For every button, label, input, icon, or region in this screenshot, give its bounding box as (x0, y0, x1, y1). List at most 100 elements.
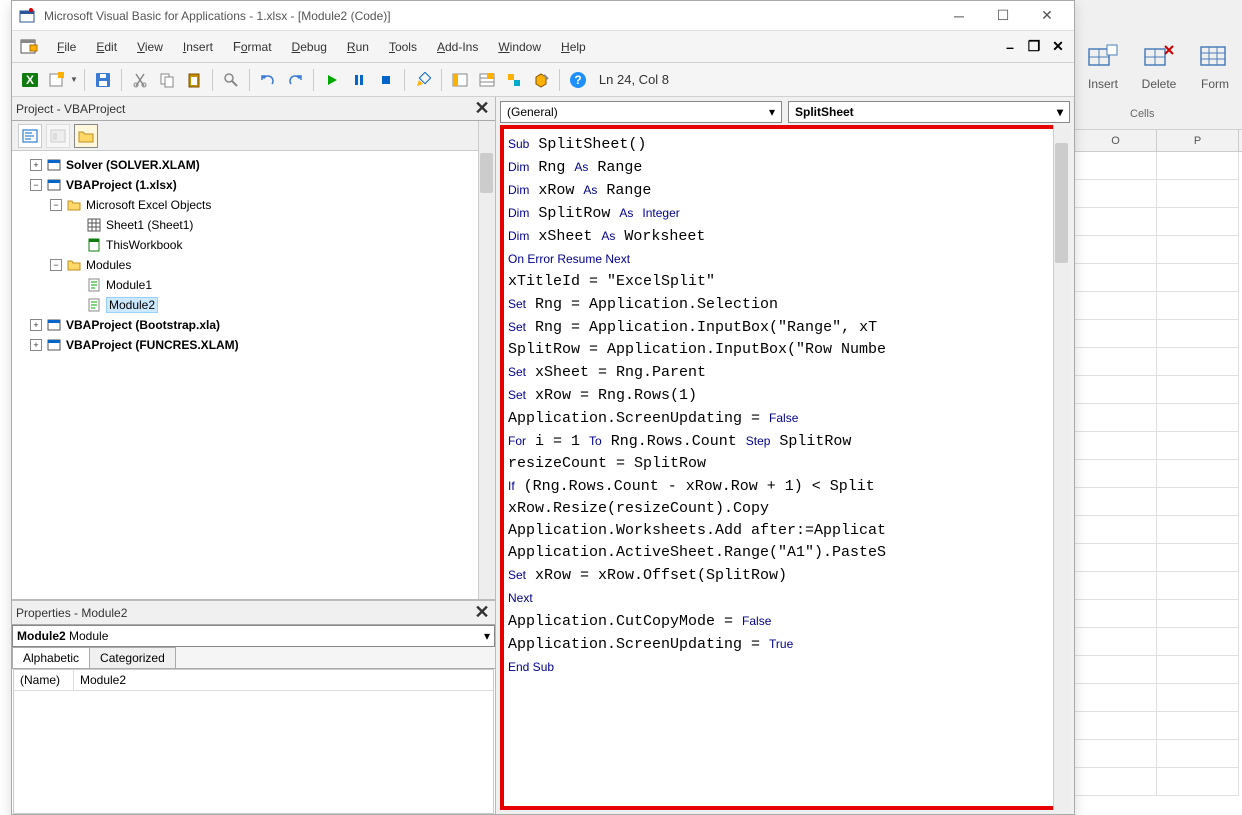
cell[interactable] (1157, 572, 1239, 600)
tab-categorized[interactable]: Categorized (89, 647, 176, 668)
cell[interactable] (1157, 516, 1239, 544)
cell[interactable] (1157, 628, 1239, 656)
expander-icon[interactable]: − (30, 179, 42, 191)
menu-edit[interactable]: Edit (87, 35, 126, 58)
cell[interactable] (1157, 488, 1239, 516)
cell[interactable] (1157, 460, 1239, 488)
break-button[interactable] (347, 68, 371, 92)
cell[interactable] (1075, 656, 1157, 684)
view-object-button[interactable] (46, 124, 70, 148)
code-scrollbar[interactable] (1053, 125, 1070, 810)
menu-debug[interactable]: Debug (283, 35, 336, 58)
view-excel-button[interactable]: X (18, 68, 42, 92)
cell[interactable] (1075, 404, 1157, 432)
col-header-P[interactable]: P (1157, 130, 1239, 151)
cell[interactable] (1157, 656, 1239, 684)
cell[interactable] (1157, 712, 1239, 740)
menu-tools[interactable]: Tools (380, 35, 426, 58)
cell[interactable] (1075, 684, 1157, 712)
cell[interactable] (1157, 684, 1239, 712)
properties-grid[interactable]: (Name) Module2 (13, 669, 494, 814)
cell[interactable] (1075, 236, 1157, 264)
excel-grid[interactable]: O P (1075, 130, 1242, 815)
tree-node-funcres[interactable]: +VBAProject (FUNCRES.XLAM) (30, 336, 493, 354)
cell[interactable] (1075, 628, 1157, 656)
title-bar[interactable]: Microsoft Visual Basic for Applications … (12, 1, 1074, 31)
object-dropdown[interactable]: (General)▾ (500, 101, 782, 123)
cell[interactable] (1075, 348, 1157, 376)
reset-button[interactable] (374, 68, 398, 92)
menu-insert[interactable]: Insert (174, 35, 222, 58)
mdi-minimize-button[interactable]: – (1000, 38, 1020, 56)
cell[interactable] (1157, 180, 1239, 208)
save-button[interactable] (91, 68, 115, 92)
menu-format[interactable]: Format (224, 35, 281, 58)
menu-window[interactable]: Window (489, 35, 550, 58)
property-name-value[interactable]: Module2 (74, 670, 493, 690)
cell[interactable] (1157, 432, 1239, 460)
cell[interactable] (1157, 152, 1239, 180)
ribbon-format-group[interactable]: Form (1197, 39, 1233, 91)
cell[interactable] (1075, 600, 1157, 628)
cell[interactable] (1157, 348, 1239, 376)
expander-icon[interactable]: + (30, 339, 42, 351)
menu-help[interactable]: Help (552, 35, 595, 58)
tree-node-module2[interactable]: Module2 (70, 296, 493, 314)
cell[interactable] (1075, 320, 1157, 348)
close-button[interactable]: ✕ (1026, 2, 1068, 30)
tree-node-thisworkbook[interactable]: ThisWorkbook (70, 236, 493, 254)
cell[interactable] (1157, 768, 1239, 796)
cell[interactable] (1075, 460, 1157, 488)
expander-icon[interactable]: − (50, 199, 62, 211)
cell[interactable] (1075, 292, 1157, 320)
cell[interactable] (1075, 516, 1157, 544)
cut-button[interactable] (128, 68, 152, 92)
menu-view[interactable]: View (128, 35, 172, 58)
cell[interactable] (1075, 376, 1157, 404)
cell[interactable] (1157, 376, 1239, 404)
cell[interactable] (1075, 180, 1157, 208)
tab-alphabetic[interactable]: Alphabetic (12, 647, 90, 668)
cell[interactable] (1157, 264, 1239, 292)
tree-scrollbar[interactable] (478, 151, 495, 599)
ribbon-insert-group[interactable]: Insert (1085, 39, 1121, 91)
cell[interactable] (1157, 292, 1239, 320)
cell[interactable] (1075, 152, 1157, 180)
cell[interactable] (1157, 740, 1239, 768)
paste-button[interactable] (182, 68, 206, 92)
project-tree[interactable]: +Solver (SOLVER.XLAM) −VBAProject (1.xls… (12, 151, 495, 599)
toolbox-button[interactable] (529, 68, 553, 92)
tree-node-excel-objects[interactable]: −Microsoft Excel Objects (50, 196, 493, 214)
procedure-dropdown[interactable]: SplitSheet▾ (788, 101, 1070, 123)
cell[interactable] (1157, 320, 1239, 348)
col-header-O[interactable]: O (1075, 130, 1157, 151)
copy-button[interactable] (155, 68, 179, 92)
undo-button[interactable] (256, 68, 280, 92)
cell[interactable] (1075, 768, 1157, 796)
tree-node-sheet1[interactable]: Sheet1 (Sheet1) (70, 216, 493, 234)
menu-addins[interactable]: Add-Ins (428, 35, 487, 58)
expander-icon[interactable]: + (30, 319, 42, 331)
cell[interactable] (1075, 740, 1157, 768)
expander-icon[interactable]: − (50, 259, 62, 271)
properties-object-combo[interactable]: Module2 Module ▾ (12, 625, 495, 647)
minimize-button[interactable]: ─ (938, 2, 980, 30)
mdi-close-button[interactable]: ✕ (1048, 38, 1068, 56)
tree-node-bootstrap[interactable]: +VBAProject (Bootstrap.xla) (30, 316, 493, 334)
design-mode-button[interactable] (411, 68, 435, 92)
cell[interactable] (1157, 600, 1239, 628)
maximize-button[interactable]: ☐ (982, 2, 1024, 30)
menu-run[interactable]: Run (338, 35, 378, 58)
cell[interactable] (1157, 404, 1239, 432)
code-editor[interactable]: Sub SplitSheet() Dim Rng As Range Dim xR… (508, 133, 1062, 802)
project-explorer-button[interactable] (448, 68, 472, 92)
insert-item-button[interactable] (45, 68, 69, 92)
cell[interactable] (1075, 544, 1157, 572)
tree-node-modules[interactable]: −Modules (50, 256, 493, 274)
tree-node-vbaproject[interactable]: −VBAProject (1.xlsx) (30, 176, 493, 194)
view-code-button[interactable] (18, 124, 42, 148)
properties-window-button[interactable] (475, 68, 499, 92)
project-panel-close-button[interactable]: ✕ (473, 100, 491, 118)
properties-panel-close-button[interactable]: ✕ (473, 604, 491, 622)
cell[interactable] (1075, 208, 1157, 236)
